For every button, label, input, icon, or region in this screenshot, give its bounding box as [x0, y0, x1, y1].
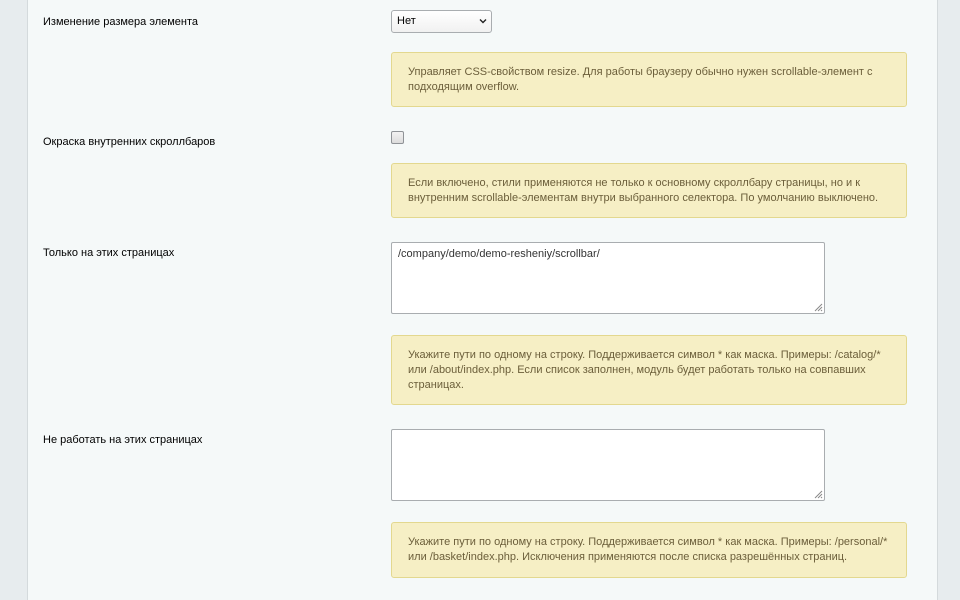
inner-scrollbars-label: Окраска внутренних скроллбаров: [43, 136, 216, 148]
resize-label: Изменение размера элемента: [43, 16, 199, 28]
inner-scrollbars-checkbox[interactable]: [391, 131, 404, 144]
only-pages-hint: Укажите пути по одному на строку. Поддер…: [391, 335, 907, 405]
inner-scrollbars-hint: Если включено, стили применяются не толь…: [391, 163, 907, 218]
exclude-pages-label: Не работать на этих страницах: [43, 434, 203, 446]
resize-select-value: Нет: [397, 15, 416, 27]
exclude-pages-textarea[interactable]: [391, 429, 825, 501]
resize-grip-icon[interactable]: [813, 302, 823, 312]
resize-hint: Управляет CSS-свойством resize. Для рабо…: [391, 52, 907, 107]
only-pages-value: /company/demo/demo-resheniy/scrollbar/: [398, 248, 600, 260]
exclude-pages-hint: Укажите пути по одному на строку. Поддер…: [391, 522, 907, 578]
only-pages-textarea[interactable]: /company/demo/demo-resheniy/scrollbar/: [391, 242, 825, 314]
only-pages-label: Только на этих страницах: [43, 247, 175, 259]
resize-grip-icon[interactable]: [813, 489, 823, 499]
chevron-down-icon: [479, 19, 487, 24]
resize-select[interactable]: Нет: [391, 10, 492, 33]
